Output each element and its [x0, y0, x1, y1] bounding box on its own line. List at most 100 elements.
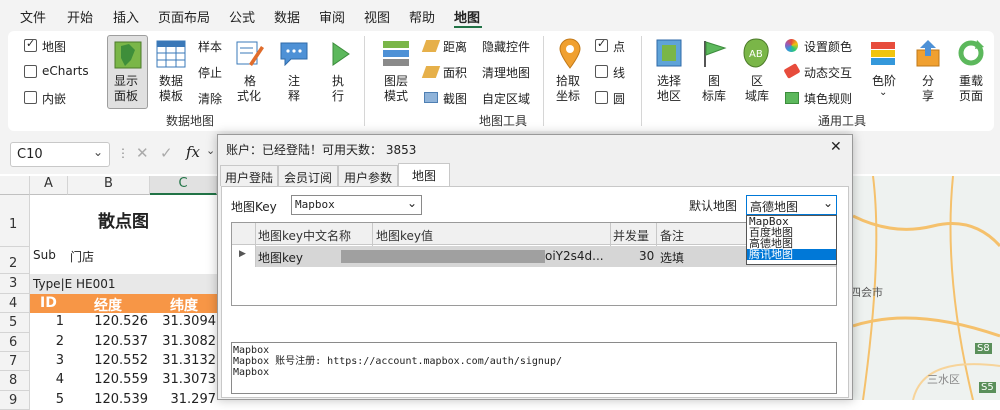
- store-label[interactable]: 门店: [70, 247, 94, 265]
- cell-longitude[interactable]: 120.559: [68, 372, 148, 387]
- menu-page-layout[interactable]: 页面布局: [158, 7, 210, 26]
- map-background[interactable]: 四会市 S8 三水区 S5: [853, 176, 1000, 400]
- play-icon[interactable]: [327, 40, 353, 68]
- chevron-down-icon[interactable]: ⌄: [206, 144, 215, 157]
- menu-review[interactable]: 审阅: [319, 7, 345, 26]
- table-header-value[interactable]: 地图key值: [376, 227, 433, 244]
- map-key-select[interactable]: Mapbox ⌄: [291, 195, 422, 215]
- echarts-checkbox[interactable]: [24, 65, 37, 78]
- fill-rule-button[interactable]: 填色规则: [804, 90, 852, 107]
- row-header[interactable]: 3: [0, 274, 30, 294]
- column-header-b[interactable]: B: [68, 176, 150, 195]
- table-cell-concurrency[interactable]: 30: [639, 249, 654, 263]
- layers-icon[interactable]: [381, 38, 411, 68]
- row-header[interactable]: 6: [0, 333, 30, 352]
- tab-member-subscription[interactable]: 会员订阅: [278, 165, 338, 186]
- table-cell-value[interactable]: oiY2s4d...: [545, 249, 604, 263]
- column-header-c[interactable]: C: [150, 176, 217, 195]
- header-id[interactable]: ID: [40, 295, 57, 311]
- row-header[interactable]: 8: [0, 371, 30, 391]
- stop-button[interactable]: 停止: [198, 64, 222, 81]
- row-header[interactable]: 4: [0, 294, 30, 313]
- sheet-title[interactable]: 散点图: [30, 195, 217, 247]
- distance-button[interactable]: 距离: [443, 38, 467, 55]
- cell-longitude[interactable]: 120.526: [68, 314, 148, 329]
- circle-checkbox[interactable]: [595, 91, 608, 104]
- cell-latitude[interactable]: 31.3094: [150, 314, 216, 329]
- table-cell-note[interactable]: 选填: [660, 249, 684, 266]
- info-textbox[interactable]: Mapbox Mapbox 账号注册: https://account.mapb…: [231, 342, 837, 394]
- hide-control-button[interactable]: 隐藏控件: [482, 38, 530, 55]
- table-header-concurrency[interactable]: 并发量: [613, 227, 649, 244]
- map-checkbox[interactable]: [24, 37, 37, 52]
- tab-user-login[interactable]: 用户登陆: [220, 165, 278, 186]
- menu-map[interactable]: 地图: [454, 7, 480, 26]
- tab-map[interactable]: 地图: [398, 163, 450, 187]
- area-button[interactable]: 面积: [443, 64, 467, 81]
- sample-button[interactable]: 样本: [198, 38, 222, 55]
- menu-view[interactable]: 视图: [364, 7, 390, 26]
- table-header-name[interactable]: 地图key中文名称: [258, 227, 351, 244]
- confirm-icon[interactable]: ✓: [160, 144, 173, 162]
- cancel-icon[interactable]: ✕: [136, 144, 149, 162]
- close-icon[interactable]: ✕: [830, 139, 842, 155]
- point-checkbox[interactable]: [595, 37, 608, 52]
- custom-region-button[interactable]: 自定区域: [482, 90, 530, 107]
- cell-id[interactable]: 4: [30, 372, 64, 387]
- table-template-icon[interactable]: [156, 40, 186, 68]
- color-scale-icon[interactable]: [869, 40, 897, 66]
- dynamic-interact-button[interactable]: 动态交互: [804, 64, 852, 81]
- chevron-down-icon[interactable]: ⌄: [93, 145, 103, 159]
- line-checkbox[interactable]: [595, 65, 608, 78]
- cell-latitude[interactable]: 31.3082: [150, 334, 216, 349]
- row-header[interactable]: 2: [0, 247, 30, 274]
- cell-id[interactable]: 2: [30, 334, 64, 349]
- region-lib-icon[interactable]: AB: [741, 37, 771, 69]
- name-box[interactable]: C10 ⌄: [10, 142, 110, 167]
- cell-latitude[interactable]: 31.3073: [150, 372, 216, 387]
- menu-file[interactable]: 文件: [20, 7, 46, 26]
- tab-user-params[interactable]: 用户参数: [338, 165, 398, 186]
- flag-icon[interactable]: [700, 38, 728, 68]
- menu-insert[interactable]: 插入: [113, 7, 139, 26]
- table-cell-name[interactable]: 地图key: [258, 249, 303, 266]
- row-header[interactable]: 5: [0, 313, 30, 333]
- select-all-corner[interactable]: [0, 176, 30, 195]
- share-icon[interactable]: [914, 38, 942, 68]
- row-header[interactable]: 9: [0, 391, 30, 410]
- menu-home[interactable]: 开始: [67, 7, 93, 26]
- format-icon[interactable]: [235, 38, 265, 68]
- menu-help[interactable]: 帮助: [409, 7, 435, 26]
- data-template-label-2[interactable]: 模板: [159, 87, 183, 104]
- column-header-a[interactable]: A: [30, 176, 68, 195]
- menu-data[interactable]: 数据: [274, 7, 300, 26]
- comment-icon[interactable]: [279, 40, 309, 66]
- chevron-down-icon[interactable]: ⌄: [879, 87, 887, 98]
- header-lng[interactable]: 经度: [94, 295, 122, 315]
- cell-longitude[interactable]: 120.537: [68, 334, 148, 349]
- select-region-icon[interactable]: [655, 38, 683, 68]
- cell-id[interactable]: 1: [30, 314, 64, 329]
- reload-icon[interactable]: [957, 38, 985, 68]
- type-row[interactable]: Type|E HE001: [30, 274, 217, 294]
- row-header[interactable]: 7: [0, 352, 30, 371]
- map-label-sanshui: 三水区: [927, 373, 960, 386]
- show-panel-label-2: 面板: [114, 89, 139, 103]
- screenshot-button[interactable]: 截图: [443, 90, 467, 107]
- clear-button[interactable]: 清除: [198, 90, 222, 107]
- header-lat[interactable]: 纬度: [170, 295, 198, 315]
- cell-id[interactable]: 3: [30, 353, 64, 368]
- table-header-note[interactable]: 备注: [660, 227, 684, 244]
- default-map-select[interactable]: 高德地图 ⌄: [746, 195, 837, 215]
- clear-map-button[interactable]: 清理地图: [482, 64, 530, 81]
- function-icon[interactable]: fx: [186, 143, 200, 161]
- cell-longitude[interactable]: 120.552: [68, 353, 148, 368]
- cell-latitude[interactable]: 31.3132: [150, 353, 216, 368]
- embed-checkbox[interactable]: [24, 91, 37, 104]
- row-header[interactable]: 1: [0, 195, 30, 247]
- set-color-button[interactable]: 设置颜色: [804, 38, 852, 55]
- sub-label[interactable]: Sub: [33, 247, 56, 262]
- menu-formulas[interactable]: 公式: [229, 7, 255, 26]
- location-pin-icon[interactable]: [557, 38, 583, 70]
- dropdown-option-tencent[interactable]: 腾讯地图: [747, 249, 836, 260]
